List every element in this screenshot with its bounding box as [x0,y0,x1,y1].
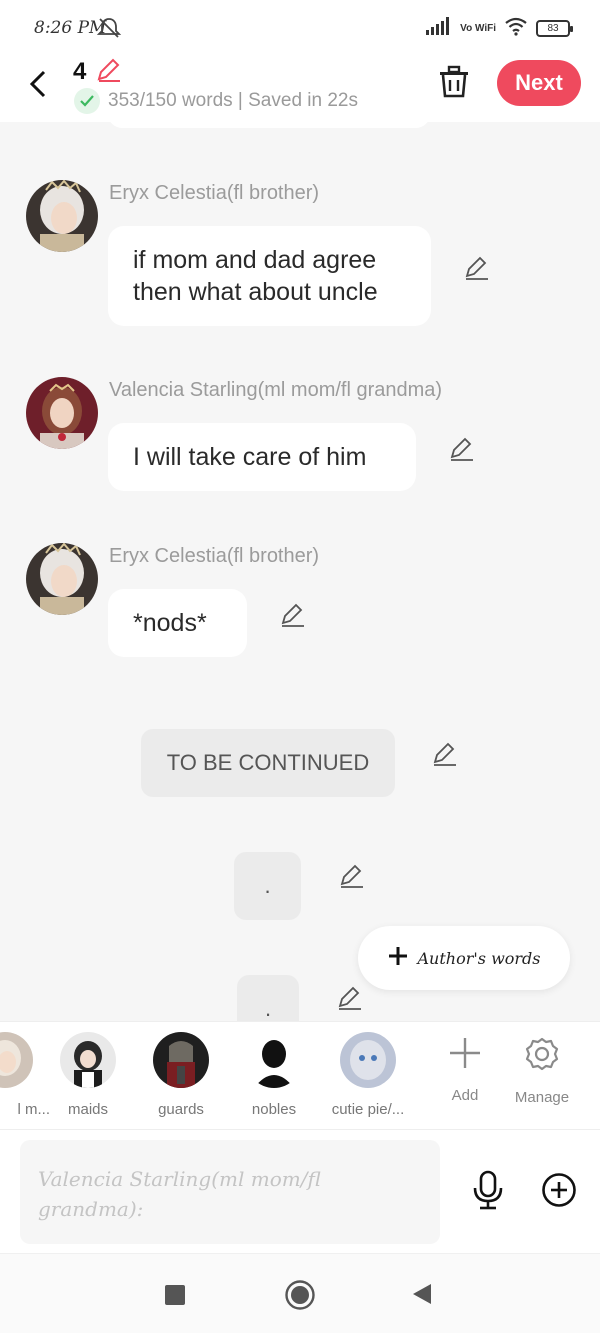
gear-icon [524,1037,560,1076]
system-navigation-bar [0,1253,600,1333]
edit-icon[interactable] [278,601,306,634]
sender-name: Eryx Celestia(fl brother) [109,545,320,567]
manage-characters-button[interactable]: Manage [502,1036,582,1106]
wifi-icon [504,16,528,41]
story-chat-area: Eryx Celestia(fl brother) if mom and dad… [0,122,600,1022]
message-input-bar: Valencia Starling(ml mom/fl grandma): [0,1129,600,1253]
character-name: nobles [251,1101,297,1118]
edit-icon[interactable] [447,435,475,468]
delete-icon[interactable] [436,64,472,105]
message-text-line: if mom and dad agree [133,246,377,274]
word-count-saved-text: 353/150 words | Saved in 22s [108,90,358,111]
edit-chapter-title-icon[interactable] [94,56,122,89]
avatar [153,1032,209,1088]
message-bubble[interactable]: *nods* [108,589,247,657]
character-item[interactable]: guards [136,1032,226,1118]
add-circle-icon[interactable] [541,1172,577,1213]
message-bubble[interactable]: I will take care of him [108,423,416,491]
plus-icon [388,946,408,971]
avatar[interactable] [26,543,98,615]
avatar[interactable] [26,377,98,449]
edit-icon[interactable] [337,862,365,895]
avatar[interactable] [26,180,98,252]
message-bubble[interactable]: if mom and dad agree then what about unc… [108,226,431,326]
editor-header: 4 353/150 words | Saved in 22s Next [0,56,600,122]
authors-words-label: Author's words [417,948,541,968]
message-input[interactable]: Valencia Starling(ml mom/fl grandma): [20,1140,440,1244]
avatar [340,1032,396,1088]
avatar [0,1032,33,1088]
edit-icon[interactable] [462,254,490,287]
signal-icon [426,17,452,40]
add-icon [448,1038,482,1074]
authors-words-button[interactable]: Author's words [358,926,570,990]
character-name: cutie pie/... [331,1101,405,1118]
character-item[interactable]: nobles [229,1032,319,1118]
next-button[interactable]: Next [497,60,581,106]
battery-indicator: 83 [536,20,573,37]
back-button[interactable] [20,66,56,102]
avatar [246,1032,302,1088]
edit-icon[interactable] [335,984,363,1017]
vowifi-indicator: Vo WiFi [460,22,496,34]
character-item[interactable]: cutie pie/... [323,1032,413,1118]
status-bar: 8:26 PM Vo WiFi 83 [0,0,600,56]
sender-name: Valencia Starling(ml mom/fl grandma) [109,379,443,401]
avatar [60,1032,116,1088]
home-button[interactable] [284,1279,316,1316]
microphone-icon[interactable] [470,1170,506,1215]
narration-bubble[interactable]: . [234,852,301,920]
character-item[interactable]: maids [43,1032,133,1118]
sender-name: Eryx Celestia(fl brother) [109,182,320,204]
narration-bubble[interactable]: TO BE CONTINUED [141,729,395,797]
manage-label: Manage [514,1089,570,1106]
previous-message-bubble [108,122,430,128]
back-nav-button[interactable] [411,1282,433,1311]
recents-button[interactable] [165,1285,185,1305]
add-label: Add [451,1087,479,1104]
save-status: 353/150 words | Saved in 22s [74,88,358,114]
narration-bubble[interactable]: . [237,975,299,1022]
chapter-number: 4 [73,58,87,85]
character-name: maids [67,1101,108,1118]
message-text-line: then what about uncle [133,278,378,306]
alarm-off-icon [96,16,122,45]
character-name: guards [158,1101,204,1118]
character-selector: l m... maids guards nobles cutie pie/...… [0,1021,600,1129]
edit-icon[interactable] [430,740,458,773]
check-icon [74,88,100,114]
add-character-button[interactable]: Add [425,1036,505,1104]
